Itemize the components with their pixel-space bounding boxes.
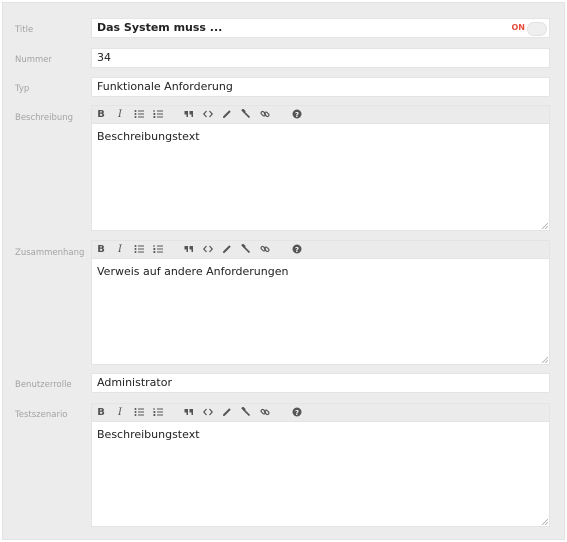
- svg-text:?: ?: [295, 409, 299, 417]
- zusammenhang-content[interactable]: Verweis auf andere Anforderungen: [91, 258, 550, 365]
- clear-format-icon[interactable]: [239, 107, 253, 122]
- bullet-list-icon[interactable]: [132, 405, 146, 420]
- nummer-input[interactable]: 34: [91, 48, 550, 68]
- svg-text:?: ?: [295, 246, 299, 254]
- help-icon[interactable]: ?: [290, 107, 304, 122]
- pencil-icon[interactable]: [220, 242, 234, 257]
- bold-icon[interactable]: B: [94, 242, 108, 257]
- clear-format-icon[interactable]: [239, 405, 253, 420]
- italic-icon[interactable]: I: [113, 242, 127, 257]
- beschreibung-label: Beschreibung: [15, 113, 74, 123]
- clear-format-icon[interactable]: [239, 242, 253, 257]
- numbered-list-icon[interactable]: [151, 405, 165, 420]
- beschreibung-text: Beschreibungstext: [97, 130, 200, 143]
- pencil-icon[interactable]: [220, 405, 234, 420]
- beschreibung-content[interactable]: Beschreibungstext: [91, 123, 550, 231]
- quote-icon[interactable]: [182, 242, 196, 257]
- typ-input[interactable]: Funktionale Anforderung: [91, 77, 550, 97]
- editor-toolbar: B I ?: [91, 105, 550, 123]
- editor-toolbar: B I ?: [91, 403, 550, 421]
- testszenario-editor: B I ? Beschreibungstext: [91, 403, 550, 527]
- resize-handle-icon[interactable]: [541, 356, 548, 363]
- typ-label: Typ: [15, 84, 30, 94]
- title-input[interactable]: Das System muss ... ON: [91, 18, 550, 38]
- bold-icon[interactable]: B: [94, 405, 108, 420]
- code-icon[interactable]: [201, 107, 215, 122]
- pencil-icon[interactable]: [220, 107, 234, 122]
- link-icon[interactable]: [258, 107, 272, 122]
- link-icon[interactable]: [258, 405, 272, 420]
- bold-icon[interactable]: B: [94, 107, 108, 122]
- quote-icon[interactable]: [182, 107, 196, 122]
- toggle-state-label: ON: [511, 23, 526, 32]
- help-icon[interactable]: ?: [290, 242, 304, 257]
- editor-toolbar: B I ?: [91, 240, 550, 258]
- code-icon[interactable]: [201, 242, 215, 257]
- zusammenhang-text: Verweis auf andere Anforderungen: [97, 265, 289, 278]
- testszenario-label: Testszenario: [15, 410, 68, 420]
- resize-handle-icon[interactable]: [541, 518, 548, 525]
- nummer-label: Nummer: [15, 55, 53, 65]
- on-toggle[interactable]: [527, 22, 547, 36]
- numbered-list-icon[interactable]: [151, 242, 165, 257]
- title-label: Title: [15, 25, 34, 35]
- testszenario-text: Beschreibungstext: [97, 428, 200, 441]
- zusammenhang-label: Zusammenhang: [15, 248, 85, 258]
- italic-icon[interactable]: I: [113, 107, 127, 122]
- bullet-list-icon[interactable]: [132, 242, 146, 257]
- numbered-list-icon[interactable]: [151, 107, 165, 122]
- testszenario-content[interactable]: Beschreibungstext: [91, 421, 550, 527]
- benutzerrolle-label: Benutzerrolle: [15, 380, 72, 390]
- benutzerrolle-input[interactable]: Administrator: [91, 373, 550, 393]
- link-icon[interactable]: [258, 242, 272, 257]
- title-value: Das System muss ...: [97, 21, 223, 34]
- help-icon[interactable]: ?: [290, 405, 304, 420]
- svg-text:?: ?: [295, 111, 299, 119]
- beschreibung-editor: B I ? Beschreibungstext: [91, 105, 550, 231]
- zusammenhang-editor: B I ? Verweis auf andere Anforderungen: [91, 240, 550, 365]
- code-icon[interactable]: [201, 405, 215, 420]
- resize-handle-icon[interactable]: [541, 222, 548, 229]
- form-panel: Title Das System muss ... ON Nummer 34 T…: [2, 2, 565, 540]
- quote-icon[interactable]: [182, 405, 196, 420]
- bullet-list-icon[interactable]: [132, 107, 146, 122]
- italic-icon[interactable]: I: [113, 405, 127, 420]
